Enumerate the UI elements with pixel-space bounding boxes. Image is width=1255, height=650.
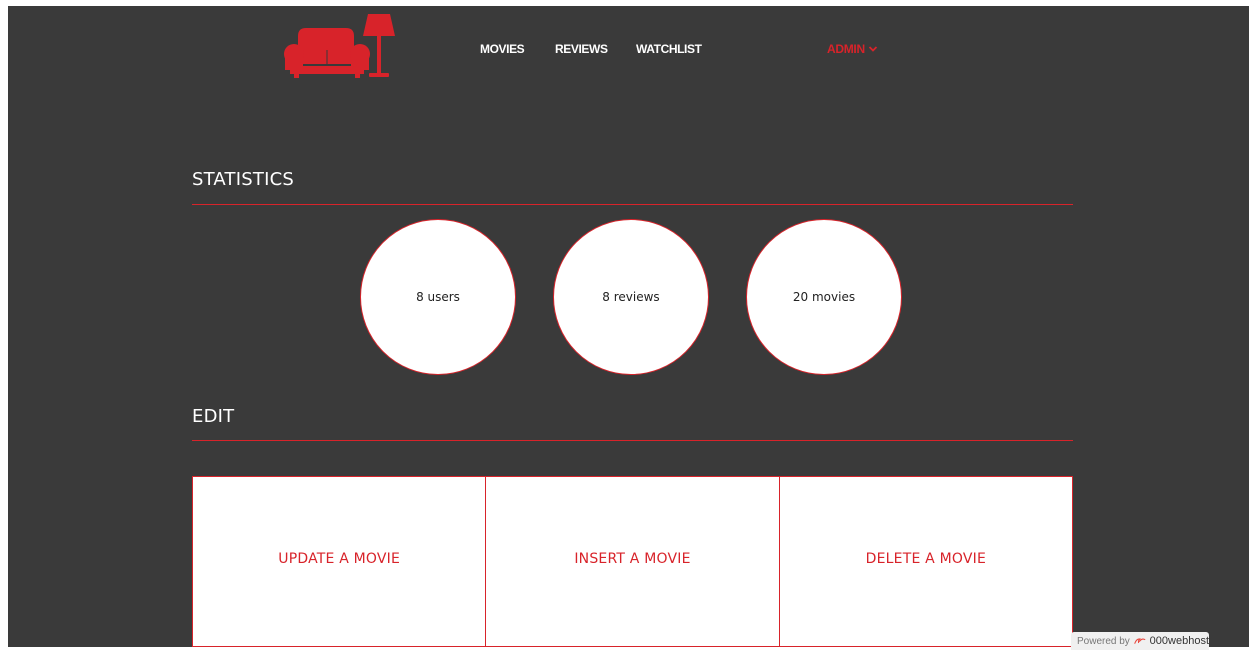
stat-users-label: 8 users [416,290,460,304]
stat-reviews-label: 8 reviews [602,290,660,304]
edit-title: EDIT [192,406,235,427]
edit-actions: UPDATE A MOVIE INSERT A MOVIE DELETE A M… [192,476,1073,647]
delete-movie-button[interactable]: DELETE A MOVIE [780,477,1072,646]
update-movie-button[interactable]: UPDATE A MOVIE [193,477,487,646]
powered-by-brand: 000webhost [1149,635,1209,647]
powered-by-badge[interactable]: Powered by 000webhost [1071,632,1209,650]
delete-movie-label: DELETE A MOVIE [865,550,986,567]
nav-movies[interactable]: MOVIES [480,42,525,56]
stat-reviews: 8 reviews [553,219,709,375]
powered-by-text: Powered by [1077,635,1130,647]
stat-movies: 20 movies [746,219,902,375]
insert-movie-label: INSERT A MOVIE [574,550,691,567]
chevron-down-icon [868,46,877,52]
nav-watchlist[interactable]: WATCHLIST [636,42,702,56]
site-logo[interactable] [282,14,400,80]
statistics-title: STATISTICS [192,169,294,190]
stat-users: 8 users [360,219,516,375]
webhost-logo-icon [1133,638,1146,644]
update-movie-label: UPDATE A MOVIE [278,550,401,567]
admin-menu[interactable]: ADMIN [827,42,878,56]
edit-divider [192,440,1073,441]
nav-reviews[interactable]: REVIEWS [555,42,608,56]
statistics-divider [192,204,1073,205]
insert-movie-button[interactable]: INSERT A MOVIE [486,477,780,646]
page: MOVIES REVIEWS WATCHLIST ADMIN STATISTIC… [8,6,1249,647]
sofa-lamp-icon [284,14,395,78]
admin-label: ADMIN [827,42,865,56]
stat-movies-label: 20 movies [792,290,856,304]
